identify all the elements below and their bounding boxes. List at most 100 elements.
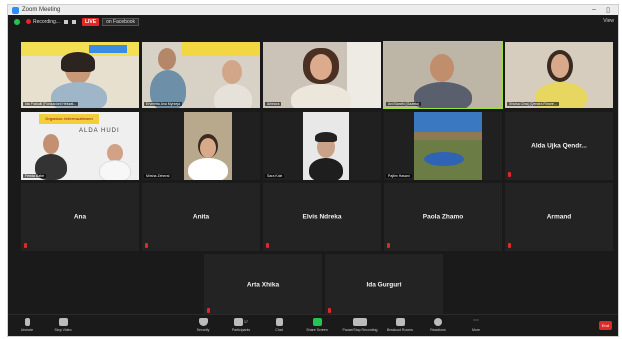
participant-video <box>303 112 349 180</box>
security-button[interactable]: Security <box>186 318 220 332</box>
pause-stop-recording-button[interactable]: Pause/Stop Recording <box>340 318 380 332</box>
participant-tile[interactable]: Armand <box>505 183 613 251</box>
record-dot-icon <box>26 19 31 24</box>
participant-video <box>142 42 260 108</box>
pause-stop-recording-label: Pause/Stop Recording <box>342 328 378 332</box>
participant-tile[interactable]: Arbnora <box>263 42 381 108</box>
participant-video <box>184 112 232 180</box>
participant-tile[interactable]: Pajtim Hasani <box>384 112 502 180</box>
zoom-app-icon <box>12 6 19 14</box>
maximize-button[interactable]: ▯ <box>606 6 610 14</box>
mic-muted-icon <box>508 172 511 177</box>
video-camera-icon <box>58 318 68 326</box>
stop-recording-icon[interactable] <box>71 19 76 24</box>
share-screen-button[interactable]: Share Screen <box>300 318 334 332</box>
stop-video-button[interactable]: Stop Video <box>46 318 80 332</box>
meeting-toolbar: Unmute Stop Video Security 17 Participan… <box>8 314 618 336</box>
mic-muted-icon <box>328 308 331 313</box>
participant-tile-active-speaker[interactable]: Ard Bardhi (Gazeta) <box>383 41 503 109</box>
participant-video <box>414 112 482 180</box>
chat-bubble-icon <box>275 318 283 326</box>
participant-name: Paola Zhamo <box>422 213 464 221</box>
participant-name: Elvis Ndreka <box>302 213 342 221</box>
participant-tile[interactable]: Erveletta Ana Myrzeja <box>142 42 260 108</box>
participant-tile[interactable]: Ana <box>21 183 139 251</box>
participant-name: Xhulsa Cinaj (Qendra Rinore... <box>507 102 559 106</box>
participant-tile[interactable]: Organizo #etermuzikmen ALDA HUDI Ferida … <box>21 112 139 180</box>
share-screen-label: Share Screen <box>306 328 328 332</box>
mic-muted-icon <box>145 243 148 248</box>
participant-tile[interactable]: Anita <box>142 183 260 251</box>
participant-tile[interactable]: Ida Gurguri <box>325 254 443 316</box>
participant-name: Erveletta Ana Myrzeja <box>144 102 183 106</box>
mic-muted-icon <box>508 243 511 248</box>
participants-count: 17 <box>244 320 248 324</box>
reactions-smiley-icon <box>434 318 442 326</box>
participant-name: Anita <box>192 213 210 221</box>
security-label: Security <box>196 328 210 332</box>
participants-label: Participants <box>231 328 251 332</box>
unmute-label: Unmute <box>20 328 34 332</box>
participant-name: Alda Ujka Qendr... <box>531 142 587 150</box>
share-screen-icon <box>312 318 322 326</box>
view-button[interactable]: View <box>603 18 614 24</box>
mic-muted-icon <box>24 243 27 248</box>
more-button[interactable]: ⋯ More <box>459 318 493 332</box>
pause-stop-icon <box>353 318 367 326</box>
participant-video <box>384 42 502 108</box>
reactions-label: Reactions <box>430 328 446 332</box>
participant-name: Ana <box>73 213 87 221</box>
microphone-muted-icon <box>24 318 30 326</box>
window-title: Zoom Meeting <box>22 7 61 13</box>
participant-tile[interactable]: Elvis Ndreka <box>263 183 381 251</box>
participant-tile[interactable]: Arta Xhika <box>204 254 322 316</box>
participant-tile[interactable]: Sara Kole <box>263 112 381 180</box>
chat-button[interactable]: Chat <box>262 318 296 332</box>
minimize-button[interactable]: – <box>592 6 596 13</box>
participant-name: Arta Xhika <box>246 281 280 289</box>
participant-tile[interactable]: Alda Ujka Qendr... <box>505 112 613 180</box>
participant-tile[interactable]: Mirsha Zeherai <box>142 112 260 180</box>
encryption-shield-icon[interactable] <box>14 18 20 25</box>
participant-video <box>505 42 613 108</box>
poster-text: ALDA HUDI <box>79 128 120 134</box>
participant-name: Ard Bardhi (Gazeta) <box>386 102 422 106</box>
pause-recording-icon[interactable] <box>63 19 68 24</box>
mic-muted-icon <box>266 243 269 248</box>
participant-name: Arbnora <box>265 102 282 106</box>
more-dots-icon: ⋯ <box>473 318 479 324</box>
participant-name: Ida Frakulli (Fondacioni Hekzat... <box>23 102 79 106</box>
chat-label: Chat <box>275 328 283 332</box>
participant-video <box>263 42 381 108</box>
participant-video: Organizo #etermuzikmen ALDA HUDI <box>21 112 139 180</box>
participant-name: Sara Kole <box>265 174 285 178</box>
participant-name: Ida Gurguri <box>366 281 402 289</box>
participant-tile[interactable]: Ida Frakulli (Fondacioni Hekzat... <box>21 42 139 108</box>
unmute-button[interactable]: Unmute <box>10 318 44 332</box>
end-meeting-button[interactable]: End <box>598 321 612 330</box>
zoom-window: Zoom Meeting – ▯ Recording... LIVE on Fa… <box>7 4 619 337</box>
participants-button[interactable]: 17 Participants <box>224 318 258 332</box>
title-bar: Zoom Meeting – ▯ <box>8 5 618 15</box>
shield-icon <box>198 318 208 326</box>
recording-label: Recording... <box>33 18 60 25</box>
participant-tile[interactable]: Paola Zhamo <box>384 183 502 251</box>
reactions-button[interactable]: Reactions <box>421 318 455 332</box>
breakout-rooms-button[interactable]: Breakout Rooms <box>383 318 417 332</box>
stop-video-label: Stop Video <box>54 328 72 332</box>
poster-banner: Organizo #etermuzikmen <box>39 114 99 124</box>
participants-icon <box>234 318 244 326</box>
live-badge[interactable]: LIVE <box>81 17 100 26</box>
participant-name: Ferida Bahe <box>23 174 47 178</box>
breakout-rooms-icon <box>395 318 405 326</box>
participant-tile[interactable]: Xhulsa Cinaj (Qendra Rinore... <box>505 42 613 108</box>
more-label: More <box>472 328 480 332</box>
mic-muted-icon <box>387 243 390 248</box>
recording-indicator: Recording... <box>26 19 60 25</box>
participant-name: Mirsha Zeherai <box>144 174 172 178</box>
live-destination-dropdown[interactable]: on Facebook <box>102 17 140 26</box>
participant-video <box>21 42 139 108</box>
participant-name: Pajtim Hasani <box>386 174 412 178</box>
mic-muted-icon <box>207 308 210 313</box>
breakout-rooms-label: Breakout Rooms <box>386 328 414 332</box>
